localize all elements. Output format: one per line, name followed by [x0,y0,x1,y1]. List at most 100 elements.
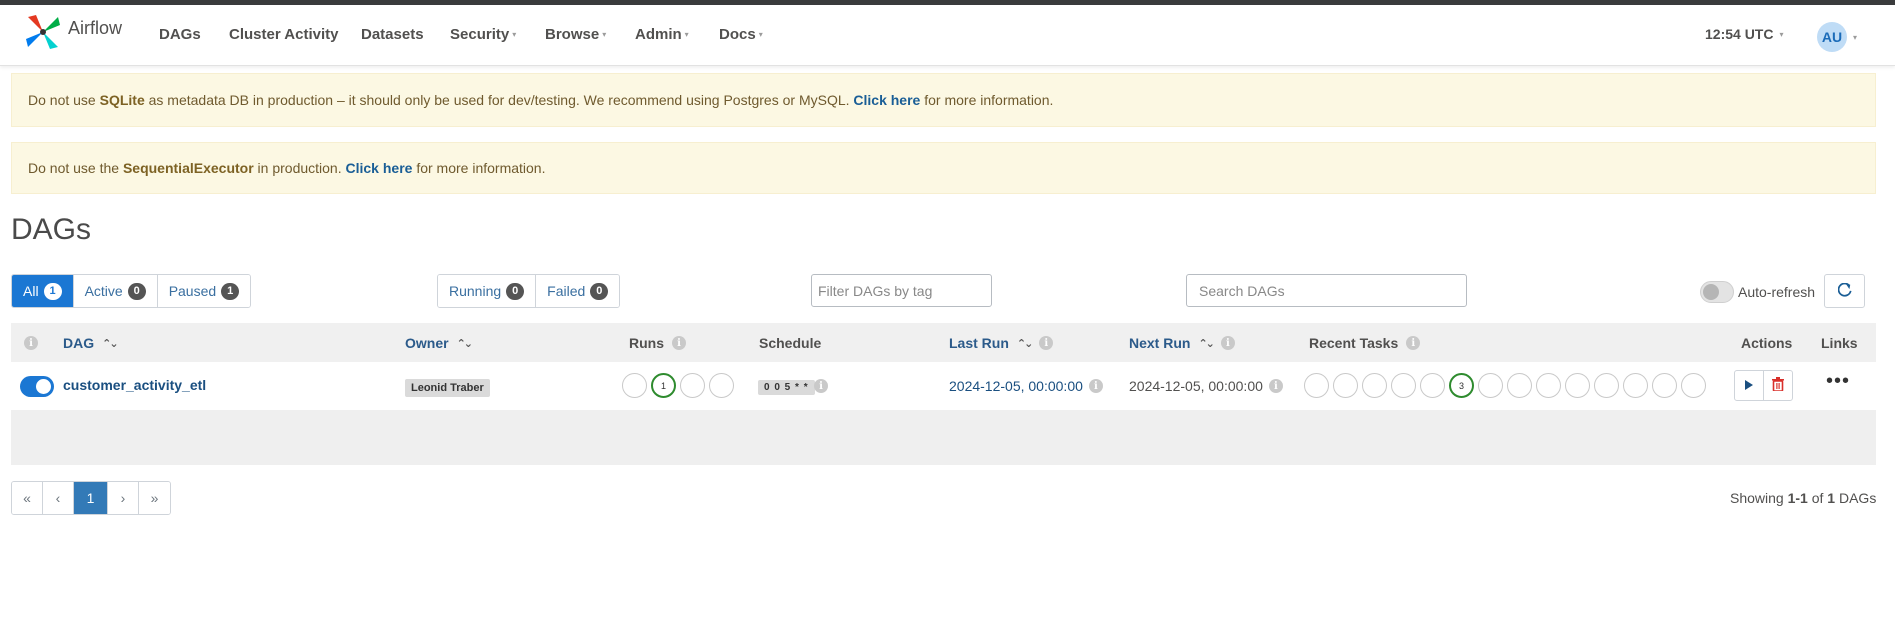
status-filter-group: All 1 Active 0 Paused 1 [11,274,252,308]
refresh-icon [1837,282,1852,300]
last-run-value: 2024-12-05, 00:00:00 [949,378,1083,394]
alert-bold-text: SQLite [99,92,145,108]
filter-all-count: 1 [43,282,62,300]
task-state-circle[interactable] [1565,373,1590,398]
nav-cluster-activity[interactable]: Cluster Activity [229,26,338,43]
chevron-down-icon: ▾ [1853,32,1858,42]
clock-menu[interactable]: 12:54 UTC ▾ [1705,26,1783,42]
run-state-filter-group: Running 0 Failed 0 [437,274,621,308]
column-recent-tasks: Recent Tasks i [1309,335,1421,351]
column-last-run[interactable]: Last Run ⌃⌄ i [949,335,1054,351]
brand[interactable]: Airflow [24,13,122,54]
column-next-run[interactable]: Next Run ⌃⌄ i [1129,335,1235,351]
sqlite-warning-alert: Do not use SQLite as metadata DB in prod… [11,73,1876,127]
filter-running-button[interactable]: Running 0 [438,275,537,307]
alert-link[interactable]: Click here [853,92,920,108]
info-icon: i [1220,336,1235,350]
task-state-circle[interactable] [1507,373,1532,398]
column-links-label: Links [1821,335,1858,351]
column-links: Links [1821,335,1858,351]
nav-docs[interactable]: Docs ▾ [719,26,763,43]
navbar: Airflow DAGs Cluster Activity Datasets S… [0,5,1895,66]
alert-text: Do not use [28,92,100,108]
delete-dag-button[interactable] [1763,370,1793,401]
dags-table-header: i DAG ⌃⌄ Owner ⌃⌄ Runs i Schedule Last Run ⌃… [11,323,1876,362]
filter-failed-button[interactable]: Failed 0 [536,275,620,307]
nav-browse[interactable]: Browse ▾ [545,26,606,43]
task-state-circle[interactable] [1623,373,1648,398]
nav-security-label: Security [450,26,510,43]
column-runs: Runs i [629,335,686,351]
sort-icon: ⌃⌄ [1016,337,1034,350]
page-current-button[interactable]: 1 [74,482,108,514]
run-state-circle[interactable] [622,373,647,398]
trigger-dag-button[interactable] [1734,370,1764,401]
page-first-button[interactable]: « [12,482,43,514]
alert-bold-text: SequentialExecutor [122,160,254,176]
owner-tag[interactable]: Leonid Traber [405,379,490,397]
tag-filter-input[interactable] [811,274,992,307]
task-state-circle[interactable] [1652,373,1677,398]
nav-admin-label: Admin [635,26,682,43]
showing-range: 1-1 [1787,490,1808,506]
nav-dags[interactable]: DAGs [159,26,201,43]
filter-active-count: 0 [127,282,146,300]
info-icon: i [1268,379,1283,393]
filter-paused-count: 1 [221,282,240,300]
alert-text: for more information. [920,92,1054,108]
dag-pause-toggle[interactable] [20,376,54,397]
info-icon: i [672,336,686,350]
task-state-circle[interactable] [1362,373,1387,398]
dag-id-link[interactable]: customer_activity_etl [63,377,206,393]
column-owner-label: Owner [405,335,449,351]
chevron-down-icon: ▾ [684,30,689,39]
task-state-circle[interactable] [1420,373,1445,398]
task-state-circle[interactable] [1478,373,1503,398]
info-icon: i [1406,336,1421,350]
page-last-button[interactable]: » [139,482,170,514]
trash-icon [1772,377,1784,394]
task-state-circle[interactable] [1536,373,1561,398]
task-state-circle[interactable] [1594,373,1619,398]
sort-icon: ⌃⌄ [1198,337,1215,350]
last-run-link[interactable]: 2024-12-05, 00:00:00 i [949,378,1103,394]
filter-all-button[interactable]: All 1 [12,275,74,307]
nav-security[interactable]: Security ▾ [450,26,516,43]
task-state-circle[interactable] [1391,373,1416,398]
column-recent-tasks-label: Recent Tasks [1309,335,1399,351]
task-state-circle-success[interactable]: 3 [1449,373,1474,398]
run-state-circle-success[interactable]: 1 [651,373,676,398]
user-menu[interactable]: AU ▾ [1817,22,1857,52]
task-state-circle[interactable] [1333,373,1358,398]
more-links-icon[interactable]: ••• [1826,371,1850,391]
next-run-value: 2024-12-05, 00:00:00 i [1129,378,1283,394]
showing-count: Showing 1-1 of 1 DAGs [1730,490,1876,506]
sort-icon: ⌃⌄ [456,337,474,350]
search-dags-input[interactable] [1186,274,1467,307]
filter-paused-button[interactable]: Paused 1 [157,275,251,307]
filter-active-button[interactable]: Active 0 [73,275,158,307]
nav-admin[interactable]: Admin ▾ [635,26,689,43]
nav-datasets[interactable]: Datasets [361,26,424,43]
chevron-down-icon: ▾ [1779,29,1784,39]
run-state-circle[interactable] [709,373,734,398]
alert-link[interactable]: Click here [346,160,413,176]
column-runs-label: Runs [629,335,664,351]
page-next-button[interactable]: › [108,482,139,514]
column-dag[interactable]: DAG ⌃⌄ [63,335,119,351]
next-run-text: 2024-12-05, 00:00:00 [1129,378,1263,394]
filter-failed-count: 0 [590,282,609,300]
page-prev-button[interactable]: ‹ [43,482,74,514]
clock-time: 12:54 UTC [1705,26,1774,42]
column-owner[interactable]: Owner ⌃⌄ [405,335,474,351]
showing-prefix: Showing [1730,490,1788,506]
task-state-circle[interactable] [1681,373,1706,398]
chevron-down-icon: ▾ [758,30,763,39]
refresh-button[interactable] [1824,274,1865,308]
avatar: AU [1817,22,1847,52]
auto-refresh-label: Auto-refresh [1738,284,1816,300]
filter-paused-label: Paused [168,283,217,299]
task-state-circle[interactable] [1304,373,1329,398]
run-state-circle[interactable] [680,373,705,398]
auto-refresh-toggle[interactable] [1700,281,1734,303]
